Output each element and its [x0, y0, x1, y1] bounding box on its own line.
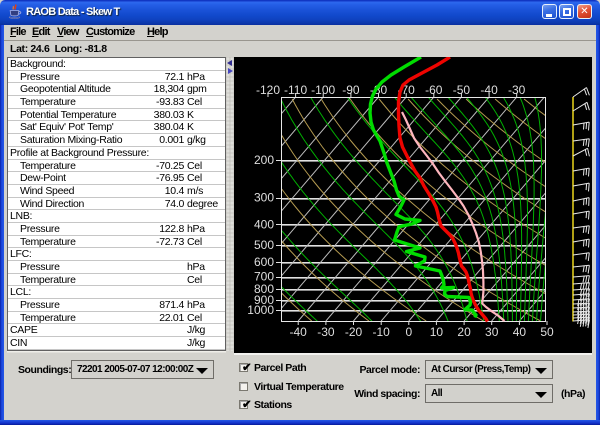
svg-text:300: 300 [254, 191, 274, 205]
svg-text:-40: -40 [290, 325, 308, 339]
svg-text:-90: -90 [342, 83, 360, 97]
svg-text:-120: -120 [256, 83, 280, 97]
svg-text:20: 20 [457, 325, 471, 339]
svg-text:-60: -60 [425, 83, 443, 97]
svg-text:10: 10 [430, 325, 444, 339]
svg-text:-110: -110 [284, 83, 307, 97]
svg-text:-30: -30 [317, 325, 335, 339]
svg-text:-30: -30 [508, 83, 526, 97]
svg-text:-50: -50 [453, 83, 471, 97]
svg-text:-40: -40 [480, 83, 498, 97]
svg-text:40: 40 [513, 325, 527, 339]
svg-text:50: 50 [540, 325, 554, 339]
svg-text:1000: 1000 [247, 303, 274, 317]
svg-text:0: 0 [405, 325, 412, 339]
svg-text:-100: -100 [311, 83, 335, 97]
svg-text:500: 500 [254, 238, 274, 252]
svg-text:400: 400 [254, 217, 274, 231]
svg-text:200: 200 [254, 153, 274, 167]
svg-text:30: 30 [485, 325, 499, 339]
svg-text:600: 600 [254, 255, 274, 269]
svg-text:-10: -10 [373, 325, 391, 339]
svg-text:-20: -20 [345, 325, 363, 339]
